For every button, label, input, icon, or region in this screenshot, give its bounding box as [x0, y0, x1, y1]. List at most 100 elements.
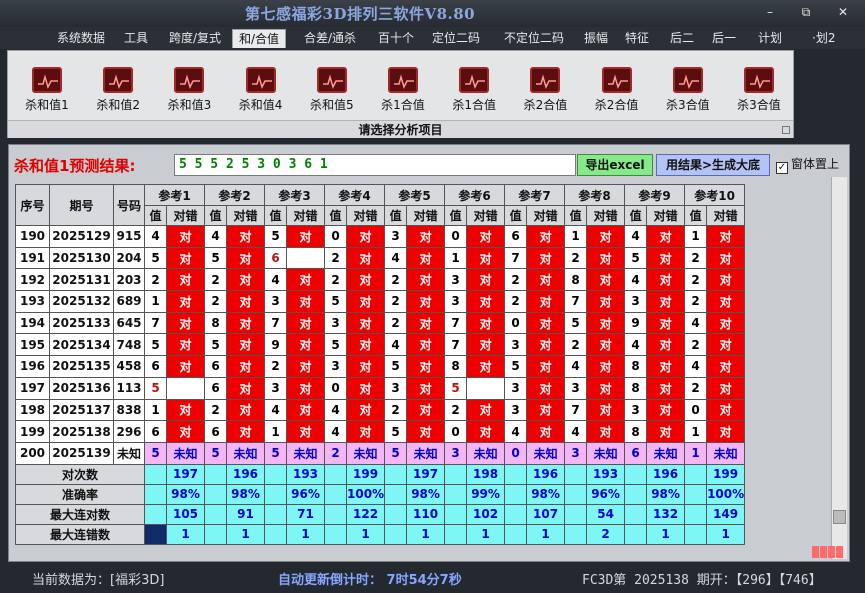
row-seq: 194 — [15, 311, 50, 335]
predict-value: 3 — [444, 441, 468, 465]
ribbon-button-9[interactable]: 杀3合值 — [654, 67, 722, 117]
checkbox-icon[interactable]: ✓ — [776, 162, 788, 174]
cell-result: 对 — [226, 355, 265, 378]
menu-item-2[interactable]: 跨度/复式 — [163, 29, 227, 48]
stats-label: 最大连错数 — [15, 523, 145, 545]
cell-result: 对 — [706, 420, 746, 443]
row-number: 689 — [113, 290, 145, 313]
cell-result: 对 — [345, 420, 386, 443]
cell-result: 对 — [286, 225, 325, 248]
scrollbar-thumb[interactable] — [833, 510, 846, 524]
stats-spacer — [324, 503, 347, 525]
cell-value: 1 — [144, 290, 167, 313]
ribbon-button-0[interactable]: 杀和值1 — [13, 67, 81, 117]
ribbon-button-6[interactable]: 杀1合值 — [440, 67, 508, 117]
menu-item-12[interactable]: 计划 — [752, 29, 788, 48]
vertical-scrollbar[interactable] — [831, 177, 847, 559]
ribbon-button-4[interactable]: 杀和值5 — [298, 67, 366, 117]
row-period: 2025137 — [49, 398, 114, 422]
cell-result: 对 — [526, 420, 566, 443]
menu-item-8[interactable]: 振幅 — [578, 29, 614, 48]
cell-result: 对 — [586, 376, 626, 400]
ribbon-expand-icon[interactable] — [782, 126, 790, 134]
cell-value: 3 — [624, 290, 648, 313]
close-button[interactable]: ✕ — [832, 4, 854, 20]
stats-value: 197 — [406, 463, 446, 485]
menu-item-4[interactable]: 合差/通杀 — [298, 29, 362, 48]
cell-result: 对 — [166, 246, 205, 270]
table-row[interactable]: 196 2025135 458 6 对 6 对 2 对 3 对 5 对 8 对 5 对 4 对 8 对 4 对 — [15, 355, 746, 378]
cell-value: 8 — [204, 311, 227, 335]
cell-result: 对 — [586, 420, 626, 443]
cell-result: 对 — [406, 398, 446, 422]
cell-value: 2 — [324, 268, 347, 292]
row-number: 未知 — [113, 441, 145, 465]
ribbon-button-8[interactable]: 杀2合值 — [583, 67, 651, 117]
stats-value: 107 — [526, 503, 566, 525]
cell-result: 对 — [646, 333, 686, 357]
table-row[interactable]: 194 2025133 645 7 对 8 对 7 对 3 对 2 对 7 对 0 对 5 对 9 对 4 对 — [15, 311, 746, 335]
cell-value: 2 — [564, 246, 588, 270]
stats-spacer — [624, 483, 648, 505]
prediction-result-field[interactable]: 5 5 5 2 5 3 0 3 6 1 — [174, 154, 576, 176]
cell-value: 5 — [384, 355, 408, 378]
stats-value: 105 — [166, 503, 205, 525]
menu-item-10[interactable]: 后二 — [664, 29, 700, 48]
table-row[interactable]: 192 2025131 203 2 对 2 对 4 对 2 对 2 对 3 对 2 对 8 对 4 对 2 对 — [15, 268, 746, 292]
predict-value: 5 — [384, 441, 408, 465]
row-seq: 200 — [15, 441, 50, 465]
menu-item-11[interactable]: 后一 — [706, 29, 742, 48]
menu-item-9[interactable]: 特征 — [619, 29, 655, 48]
table-row[interactable]: 197 2025136 113 5 6 对 3 对 0 对 3 对 5 3 对 3 对 8 对 2 对 — [15, 376, 746, 400]
minimize-button[interactable]: – — [759, 4, 781, 20]
ribbon-button-7[interactable]: 杀2合值 — [511, 67, 579, 117]
ribbon-button-10[interactable]: 杀3合值 — [725, 67, 793, 117]
menu-item-5[interactable]: 百十个 — [372, 29, 420, 48]
cell-result: 对 — [226, 420, 265, 443]
menu-item-13[interactable]: ·划2 — [806, 29, 841, 48]
cell-value: 4 — [564, 355, 588, 378]
ribbon-button-2[interactable]: 杀和值3 — [155, 67, 223, 117]
menu-item-6[interactable]: 定位二码 — [426, 29, 486, 48]
stats-value: 1 — [406, 523, 446, 545]
cell-value: 3 — [264, 290, 287, 313]
window-ontop-checkbox[interactable]: ✓ 窗体置上 — [776, 154, 839, 176]
cell-result: 对 — [286, 355, 325, 378]
menu-item-7[interactable]: 不定位二码 — [498, 29, 570, 48]
cell-result: 对 — [166, 355, 205, 378]
ribbon-button-5[interactable]: 杀1合值 — [369, 67, 437, 117]
table-row[interactable]: 193 2025132 689 1 对 2 对 3 对 5 对 2 对 3 对 2 对 7 对 3 对 2 对 — [15, 290, 746, 313]
restore-button[interactable]: ⧉ — [795, 4, 817, 20]
predict-row[interactable]: 200 2025139 未知 5 未知 5 未知 5 未知 2 未知 5 未知 3 未知 0 未知 3 未知 6 未知 1… — [15, 441, 746, 465]
cell-value: 7 — [564, 398, 588, 422]
menu-item-0[interactable]: 系统数据 — [51, 29, 111, 48]
export-excel-button[interactable]: 导出excel — [577, 154, 653, 176]
table-row[interactable]: 191 2025130 204 5 对 5 对 6 2 对 4 对 1 对 7 对 2 对 5 对 2 对 — [15, 246, 746, 270]
cell-value: 4 — [684, 311, 708, 335]
analysis-ribbon: 杀和值1 杀和值2 杀和值3 杀和值4 杀和值5 杀1合值 杀1合值 杀2合值 杀2合值 杀3合值… — [7, 50, 794, 138]
cell-value: 4 — [684, 355, 708, 378]
stats-row: 最大连对数 105 91 71 122 110 102 107 54 132 149 — [15, 503, 746, 525]
table-row[interactable]: 199 2025138 296 6 对 6 对 1 对 4 对 5 对 0 对 4 对 4 对 8 对 1 对 — [15, 420, 746, 443]
ribbon-button-3[interactable]: 杀和值4 — [227, 67, 295, 117]
table-row[interactable]: 195 2025134 748 5 对 5 对 9 对 5 对 4 对 7 对 3 对 2 对 4 对 2 对 — [15, 333, 746, 357]
cell-value: 2 — [564, 333, 588, 357]
cell-result: 对 — [586, 225, 626, 248]
cell-result: 对 — [646, 420, 686, 443]
cell-result: 对 — [286, 268, 325, 292]
generate-base-button[interactable]: 用结果>生成大底 — [656, 154, 770, 176]
col-header-ref: 参考1 — [144, 184, 205, 206]
table-row[interactable]: 190 2025129 915 4 对 4 对 5 对 0 对 3 对 0 对 6 对 1 对 4 对 1 对 — [15, 225, 746, 248]
ribbon-button-1[interactable]: 杀和值2 — [84, 67, 152, 117]
table-row[interactable]: 198 2025137 838 1 对 2 对 4 对 4 对 2 对 2 对 3 对 7 对 3 对 0 对 — [15, 398, 746, 422]
cell-result: 对 — [166, 290, 205, 313]
cell-result: 对 — [586, 333, 626, 357]
cell-result: 对 — [586, 398, 626, 422]
cell-value: 5 — [204, 246, 227, 270]
col-header-value: 值 — [564, 205, 588, 226]
stats-spacer — [324, 523, 347, 545]
menu-item-3[interactable]: 和/合值 — [232, 29, 287, 48]
stats-value: 197 — [166, 463, 205, 485]
menu-item-1[interactable]: 工具 — [118, 29, 154, 48]
col-header-result: 对错 — [286, 205, 325, 226]
